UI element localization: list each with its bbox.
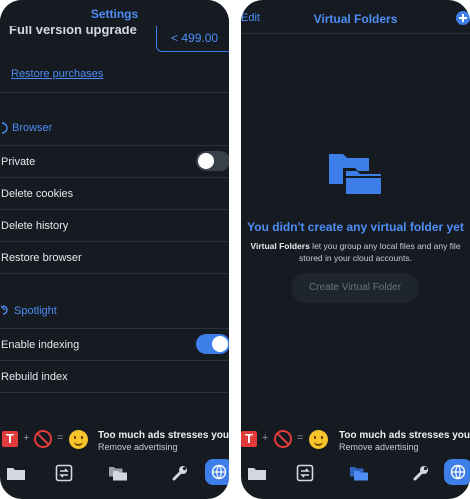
tab-browser[interactable] <box>444 459 470 485</box>
enable-indexing-toggle[interactable] <box>196 334 229 354</box>
tab-bar <box>241 457 470 499</box>
ad-title: Too much ads stresses you? <box>98 430 229 441</box>
folder-icon <box>248 468 266 480</box>
plus-sign: + <box>23 432 30 444</box>
toggle-knob <box>198 153 214 169</box>
wrench-icon <box>413 466 428 481</box>
divider <box>0 177 229 178</box>
compass-icon <box>1 122 8 134</box>
plus-sign: + <box>262 432 269 444</box>
settings-navbar: Settings <box>0 0 229 26</box>
equals-sign: = <box>57 432 64 444</box>
app-logo-icon: T <box>2 431 18 447</box>
toggle-knob <box>212 336 228 352</box>
tab-browser[interactable] <box>205 459 229 485</box>
create-virtual-folder-button[interactable]: Create Virtual Folder <box>291 273 419 303</box>
remove-advertising-link[interactable]: Remove advertising <box>98 442 178 452</box>
settings-screen: Full version upgrade < 499.00 Settings R… <box>0 0 229 499</box>
virtual-folders-navbar: Edit Virtual Folders <box>241 0 470 32</box>
browser-section-label: Browser <box>12 122 53 134</box>
smiley-icon <box>309 430 328 449</box>
tab-files[interactable] <box>245 461 269 485</box>
tab-transfer[interactable] <box>293 461 317 485</box>
empty-state-desc-rest: let you group any local files and any fi… <box>299 241 461 263</box>
divider <box>0 328 229 329</box>
page-title: Virtual Folders <box>313 12 398 26</box>
transfer-icon <box>55 464 73 482</box>
tab-virtual-folders[interactable] <box>106 461 130 485</box>
no-ads-icon <box>34 430 52 448</box>
delete-history-button[interactable]: Delete history <box>1 220 68 232</box>
divider <box>241 33 470 34</box>
empty-state-desc-bold: Virtual Folders <box>250 241 310 251</box>
tab-tools[interactable] <box>409 461 433 485</box>
spotlight-section-label: Spotlight <box>14 305 57 317</box>
restore-browser-button[interactable]: Restore browser <box>1 252 82 264</box>
enable-indexing-label: Enable indexing <box>1 339 80 351</box>
browser-globe-icon <box>211 464 227 480</box>
browser-globe-icon <box>450 464 466 480</box>
tab-tools[interactable] <box>168 461 192 485</box>
equals-sign: = <box>297 432 304 444</box>
app-logo-icon: T <box>241 431 257 447</box>
divider <box>0 360 229 361</box>
virtual-folders-empty-icon <box>329 154 382 196</box>
divider <box>0 145 229 146</box>
smiley-icon <box>69 430 88 449</box>
divider <box>0 392 229 393</box>
divider <box>0 241 229 242</box>
ad-banner[interactable]: T + = Too much ads stresses you? Remove … <box>0 427 229 453</box>
divider <box>0 273 229 274</box>
browser-section-header: Browser <box>0 122 52 134</box>
tab-bar <box>0 457 229 499</box>
add-folder-button[interactable] <box>456 11 470 25</box>
divider <box>0 209 229 210</box>
ad-banner[interactable]: T + = Too much ads stresses you? Remove … <box>241 427 470 453</box>
private-label: Private <box>1 156 36 168</box>
virtual-folders-screen: Edit Virtual Folders You didn't create a… <box>241 0 470 499</box>
empty-state-title: You didn't create any virtual folder yet <box>247 220 464 234</box>
tab-transfer[interactable] <box>52 461 76 485</box>
folder-icon <box>7 468 25 480</box>
wrench-icon <box>172 466 187 481</box>
virtual-folders-icon <box>109 467 127 481</box>
spotlight-section-header: Spotlight <box>0 305 57 317</box>
tab-files[interactable] <box>4 461 28 485</box>
page-title: Settings <box>90 7 139 21</box>
virtual-folders-icon <box>350 467 368 481</box>
empty-state-description: Virtual Folders let you group any local … <box>241 240 470 264</box>
rebuild-index-button[interactable]: Rebuild index <box>1 371 68 383</box>
transfer-icon <box>296 464 314 482</box>
tab-virtual-folders[interactable] <box>347 461 371 485</box>
divider <box>0 92 229 93</box>
remove-advertising-link[interactable]: Remove advertising <box>339 442 419 452</box>
restore-purchases-link[interactable]: Restore purchases <box>11 68 103 80</box>
delete-cookies-button[interactable]: Delete cookies <box>1 188 73 200</box>
search-icon <box>0 305 8 315</box>
no-ads-icon <box>274 430 292 448</box>
private-toggle[interactable] <box>196 151 229 171</box>
ad-title: Too much ads stresses you? <box>339 430 470 441</box>
